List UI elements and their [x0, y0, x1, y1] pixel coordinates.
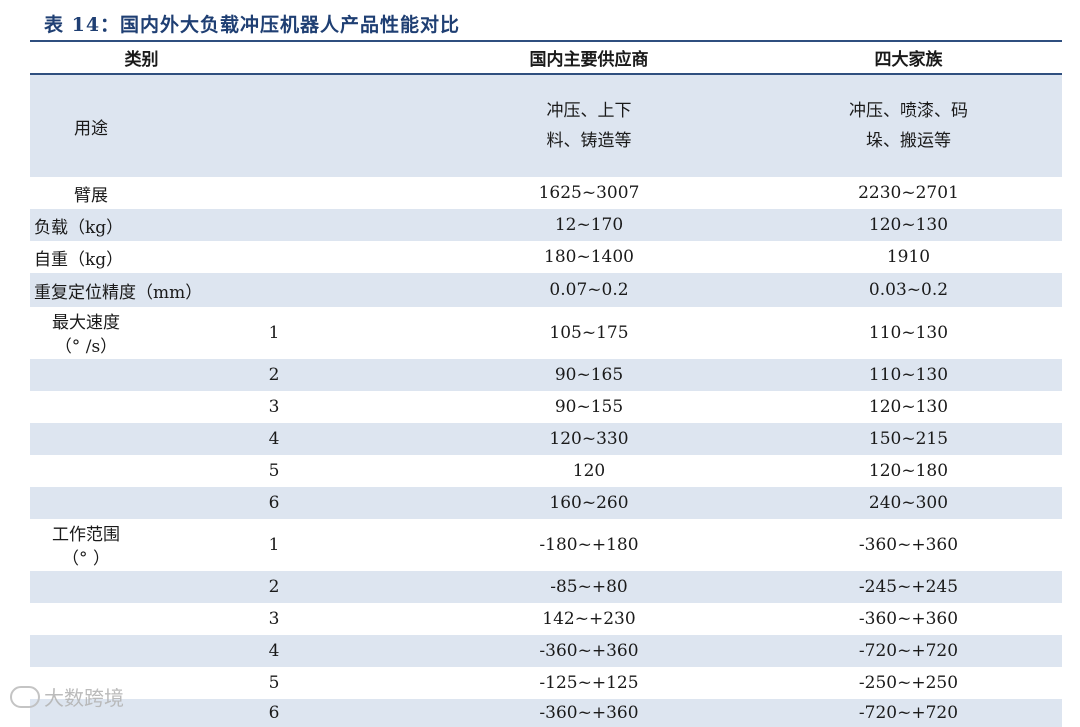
range-label: 工作范围 （° ）	[52, 523, 120, 571]
table-row: 自重（kg） 180~1400 1910	[30, 241, 1062, 273]
table-row: 5 -125~+125 -250~+250	[30, 667, 1062, 699]
speed-axis: 4	[215, 423, 423, 455]
table-row: 4 -360~+360 -720~+720	[30, 635, 1062, 667]
header-category: 类别	[30, 42, 423, 75]
cell-domestic: -125~+125	[539, 673, 639, 693]
speed-axis: 6	[215, 487, 423, 519]
range-axis: 5	[268, 673, 280, 693]
table-row: 用途 冲压、上下 料、铸造等 冲压、喷漆、码 垛、搬运等	[30, 74, 1062, 177]
speed-label-line1: 最大速度	[52, 313, 120, 333]
table-row: 负载（kg） 12~170 120~130	[30, 209, 1062, 241]
usage-label: 用途	[30, 74, 423, 177]
cell-big4: -720~+720	[755, 699, 1062, 727]
table-row: 6 160~260 240~300	[30, 487, 1062, 519]
header-big4: 四大家族	[755, 42, 1062, 75]
watermark: 大数跨境	[10, 682, 124, 711]
usage-domestic: 冲压、上下 料、铸造等	[546, 101, 632, 151]
table-row: 2 -85~+80 -245~+245	[30, 571, 1062, 603]
cell-big4: 120~130	[868, 397, 949, 417]
speed-axis: 3	[268, 397, 280, 417]
cell-domestic: 90~155	[554, 397, 624, 417]
table-row: 6 -360~+360 -720~+720	[30, 699, 1062, 727]
speed-axis: 1	[268, 323, 280, 343]
cell-big4: 110~130	[868, 323, 949, 343]
watermark-text: 大数跨境	[44, 686, 124, 710]
cell-domestic: 142~+230	[542, 609, 636, 629]
speed-label: 最大速度 （° /s）	[52, 311, 120, 359]
cell-domestic: 0.07~0.2	[423, 273, 755, 307]
cell-domestic: 120	[572, 461, 606, 481]
table-row: 4 120~330 150~215	[30, 423, 1062, 455]
cell-domestic: 180~1400	[544, 247, 634, 267]
row-label: 臂展	[74, 185, 108, 206]
range-label-line2: （° ）	[62, 549, 110, 569]
cell-big4: 2230~2701	[858, 183, 959, 203]
cell-big4: 240~300	[755, 487, 1062, 519]
cell-big4: 120~130	[755, 209, 1062, 241]
table-row: 最大速度 （° /s） 1 105~175 110~130	[30, 307, 1062, 359]
cell-big4: -720~+720	[755, 635, 1062, 667]
table-row: 工作范围 （° ） 1 -180~+180 -360~+360	[30, 519, 1062, 571]
watermark-logo-icon	[10, 685, 40, 708]
row-label: 负载（kg）	[30, 209, 423, 241]
table-row: 2 90~165 110~130	[30, 359, 1062, 391]
table-row: 3 90~155 120~130	[30, 391, 1062, 423]
usage-big4: 冲压、喷漆、码 垛、搬运等	[849, 101, 968, 151]
range-axis: 1	[268, 535, 280, 555]
cell-domestic: -85~+80	[423, 571, 755, 603]
range-axis: 6	[215, 699, 423, 727]
cell-domestic: 1625~3007	[538, 183, 640, 203]
cell-big4: 110~130	[755, 359, 1062, 391]
table-row: 3 142~+230 -360~+360	[30, 603, 1062, 635]
cell-big4: -360~+360	[858, 535, 959, 555]
speed-axis: 5	[268, 461, 280, 481]
speed-label-line2: （° /s）	[54, 337, 118, 357]
header-row: 类别 国内主要供应商 四大家族	[30, 42, 1062, 75]
cell-big4: 150~215	[755, 423, 1062, 455]
range-axis: 2	[215, 571, 423, 603]
row-label: 重复定位精度（mm）	[30, 273, 423, 307]
comparison-table: 类别 国内主要供应商 四大家族 用途 冲压、上下 料、铸造等 冲压、喷漆、码 垛…	[30, 42, 1062, 727]
cell-big4: -250~+250	[858, 673, 959, 693]
cell-big4: 1910	[886, 247, 931, 267]
table-row: 臂展 1625~3007 2230~2701	[30, 177, 1062, 209]
cell-big4: -360~+360	[858, 609, 959, 629]
cell-domestic: 160~260	[423, 487, 755, 519]
table-row: 重复定位精度（mm） 0.07~0.2 0.03~0.2	[30, 273, 1062, 307]
cell-domestic: 105~175	[549, 323, 629, 343]
cell-domestic: 12~170	[423, 209, 755, 241]
cell-domestic: 120~330	[423, 423, 755, 455]
row-label: 自重（kg）	[34, 249, 124, 270]
range-axis: 3	[268, 609, 280, 629]
cell-domestic: -360~+360	[423, 635, 755, 667]
range-label-line1: 工作范围	[52, 525, 120, 545]
cell-domestic: -180~+180	[539, 535, 639, 555]
range-axis: 4	[215, 635, 423, 667]
header-domestic: 国内主要供应商	[423, 42, 755, 75]
cell-big4: 120~180	[868, 461, 949, 481]
table-row: 5 120 120~180	[30, 455, 1062, 487]
cell-domestic: 90~165	[423, 359, 755, 391]
cell-big4: 0.03~0.2	[755, 273, 1062, 307]
cell-big4: -245~+245	[755, 571, 1062, 603]
speed-axis: 2	[215, 359, 423, 391]
cell-domestic: -360~+360	[423, 699, 755, 727]
table-title: 表 14：国内外大负载冲压机器人产品性能对比	[44, 14, 461, 36]
